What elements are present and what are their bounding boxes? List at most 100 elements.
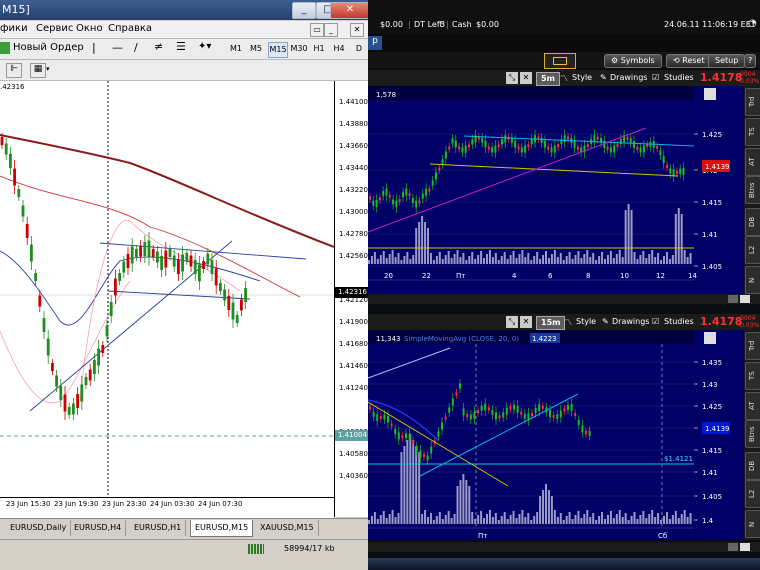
side-tab-at[interactable]: AT	[745, 148, 760, 176]
bottom-scroll-left-icon[interactable]	[728, 543, 738, 551]
tf-d[interactable]: D	[354, 42, 364, 56]
sma-study-label[interactable]: SimpleMovingAvg (CLOSE, 20, 0)	[404, 335, 519, 343]
close-icon[interactable]: ✕	[330, 2, 368, 19]
ma-mid-line[interactable]	[0, 175, 301, 298]
studies-icon[interactable]: ☑	[652, 317, 659, 326]
minimize-icon[interactable]: _	[292, 2, 316, 19]
tf-m30[interactable]: M30	[290, 42, 308, 56]
mt4-chart-canvas[interactable]	[0, 81, 334, 497]
tab-eurusd-m15[interactable]: EURUSD,M15	[190, 520, 254, 537]
menu-charts[interactable]: фики	[0, 23, 28, 34]
hline-tool-icon[interactable]: —	[112, 41, 123, 54]
candle	[498, 415, 501, 419]
top-scroll-left-icon[interactable]	[728, 295, 738, 303]
cursor-icon[interactable]: ✕	[520, 72, 532, 84]
top-intraday-chart[interactable]: 1,578 1.4251.421.4151.411.405 1.4139 202…	[368, 86, 744, 294]
reset-button[interactable]: ⟲ Reset	[666, 54, 712, 68]
volume-bar	[447, 251, 450, 264]
mt4-candle	[38, 295, 42, 307]
style-icon[interactable]: 〽	[560, 73, 568, 84]
bottom-style-button[interactable]: Style	[576, 317, 596, 326]
tab-eurusd-daily[interactable]: EURUSD,Daily	[6, 520, 72, 536]
volume-bar	[444, 255, 447, 264]
tf-m1[interactable]: M1	[228, 42, 244, 56]
shapes-tool-icon[interactable]: ✦▾	[198, 41, 211, 52]
setup-button[interactable]: Setup	[708, 54, 746, 68]
menu-help[interactable]: Справка	[108, 23, 152, 34]
side-tab-trd[interactable]: Trd	[745, 332, 760, 360]
top-drawings-button[interactable]: Drawings	[610, 73, 647, 82]
bottom-panel-menu-icon[interactable]	[704, 332, 716, 344]
tab-xauusd-m15[interactable]: XAUUSD,M15	[256, 520, 319, 536]
bottom-drawings-button[interactable]: Drawings	[612, 317, 649, 326]
cursor-icon[interactable]: ✕	[520, 316, 532, 328]
mt4-up-trendline[interactable]	[29, 240, 233, 412]
restore-icon[interactable]: ▭	[310, 23, 324, 37]
channel-tool-icon[interactable]: ≠	[154, 40, 163, 53]
period-separators-icon[interactable]: ⊩	[6, 63, 22, 78]
top-style-button[interactable]: Style	[572, 73, 592, 82]
side-tab-btns[interactable]: Btns	[745, 176, 760, 204]
side-tab-ts[interactable]: TS	[745, 118, 760, 146]
symbols-button[interactable]: ⚙ Symbols	[604, 54, 662, 68]
link-icon[interactable]: ⤡	[506, 72, 518, 84]
templates-icon[interactable]: ▦	[30, 63, 46, 78]
new-order-button[interactable]: Новый Ордер	[13, 42, 84, 53]
studies-icon[interactable]: ☑	[652, 73, 659, 82]
platform-menu-bar: p	[368, 34, 760, 52]
tf-m15[interactable]: M15	[268, 42, 288, 58]
side-tab-trd[interactable]: Trd	[745, 88, 760, 116]
price-axis-label: 1.41	[702, 231, 718, 239]
bottom-scroll-strip[interactable]	[368, 542, 760, 552]
mt4-candle	[122, 261, 126, 273]
child-close-icon[interactable]: ✕	[350, 23, 364, 37]
style-icon[interactable]: 〽	[564, 317, 572, 328]
layout-button[interactable]	[544, 53, 576, 69]
volume-bar	[418, 452, 421, 524]
tab-eurusd-h1[interactable]: EURUSD,H1	[130, 520, 187, 536]
bottom-scroll-right-icon[interactable]	[740, 543, 750, 551]
help-button[interactable]: ?	[744, 54, 757, 68]
tf-h1[interactable]: H1	[312, 42, 326, 56]
candle	[435, 172, 437, 180]
mt4-title-bar[interactable]: M15] _ □ ✕	[0, 0, 368, 20]
tf-m5[interactable]: M5	[248, 42, 264, 56]
menu-window[interactable]: Окно	[76, 23, 103, 34]
side-tab-n[interactable]: N	[745, 510, 760, 538]
top-timeframe-button[interactable]: 5m	[536, 72, 560, 86]
tf-h4[interactable]: H4	[332, 42, 346, 56]
child-minimize-icon[interactable]: _	[324, 23, 338, 37]
side-tab-l2[interactable]: L2	[745, 480, 760, 508]
side-tab-ts[interactable]: TS	[745, 362, 760, 390]
bottom-timeframe-button[interactable]: 15m	[536, 316, 566, 330]
side-tab-l2[interactable]: L2	[745, 236, 760, 264]
trendline-tool-icon[interactable]: /	[134, 41, 138, 54]
bottom-intraday-chart[interactable]: 11,343 SimpleMovingAvg (CLOSE, 20, 0) 1.…	[368, 330, 744, 540]
volume-bar	[568, 512, 571, 524]
volume-bar	[483, 518, 486, 524]
drawings-icon[interactable]: ✎	[602, 317, 609, 326]
bottom-studies-button[interactable]: Studies	[664, 317, 694, 326]
top-scroll-right-icon[interactable]	[740, 295, 750, 303]
new-order-icon[interactable]	[0, 42, 10, 54]
side-tab-n[interactable]: N	[745, 266, 760, 294]
tab-eurusd-h4[interactable]: EURUSD,H4	[70, 520, 127, 536]
crosshair-icon[interactable]: |	[92, 41, 96, 54]
menu-service[interactable]: Сервис	[36, 23, 73, 34]
side-tab-at[interactable]: AT	[745, 392, 760, 420]
side-tab-btns[interactable]: Btns	[745, 420, 760, 448]
drawings-icon[interactable]: ✎	[600, 73, 607, 82]
volume-bar	[536, 252, 539, 264]
top-studies-button[interactable]: Studies	[664, 73, 694, 82]
fibo-tool-icon[interactable]: ☰	[176, 40, 186, 53]
mt4-status-bar: 58994/17 kb	[0, 539, 368, 560]
mt4-price-chart[interactable]: .42316	[0, 81, 334, 517]
side-tab-db[interactable]: DB	[745, 208, 760, 236]
link-icon[interactable]: ⤡	[506, 316, 518, 328]
top-panel-menu-icon[interactable]	[704, 88, 716, 100]
menu-tab-fragment[interactable]: p	[368, 36, 382, 50]
side-tab-db[interactable]: DB	[745, 452, 760, 480]
dropdown-arrow-icon[interactable]: ▾	[46, 65, 50, 73]
top-scroll-strip[interactable]	[368, 294, 760, 304]
ma-slow-line[interactable]	[0, 134, 334, 248]
